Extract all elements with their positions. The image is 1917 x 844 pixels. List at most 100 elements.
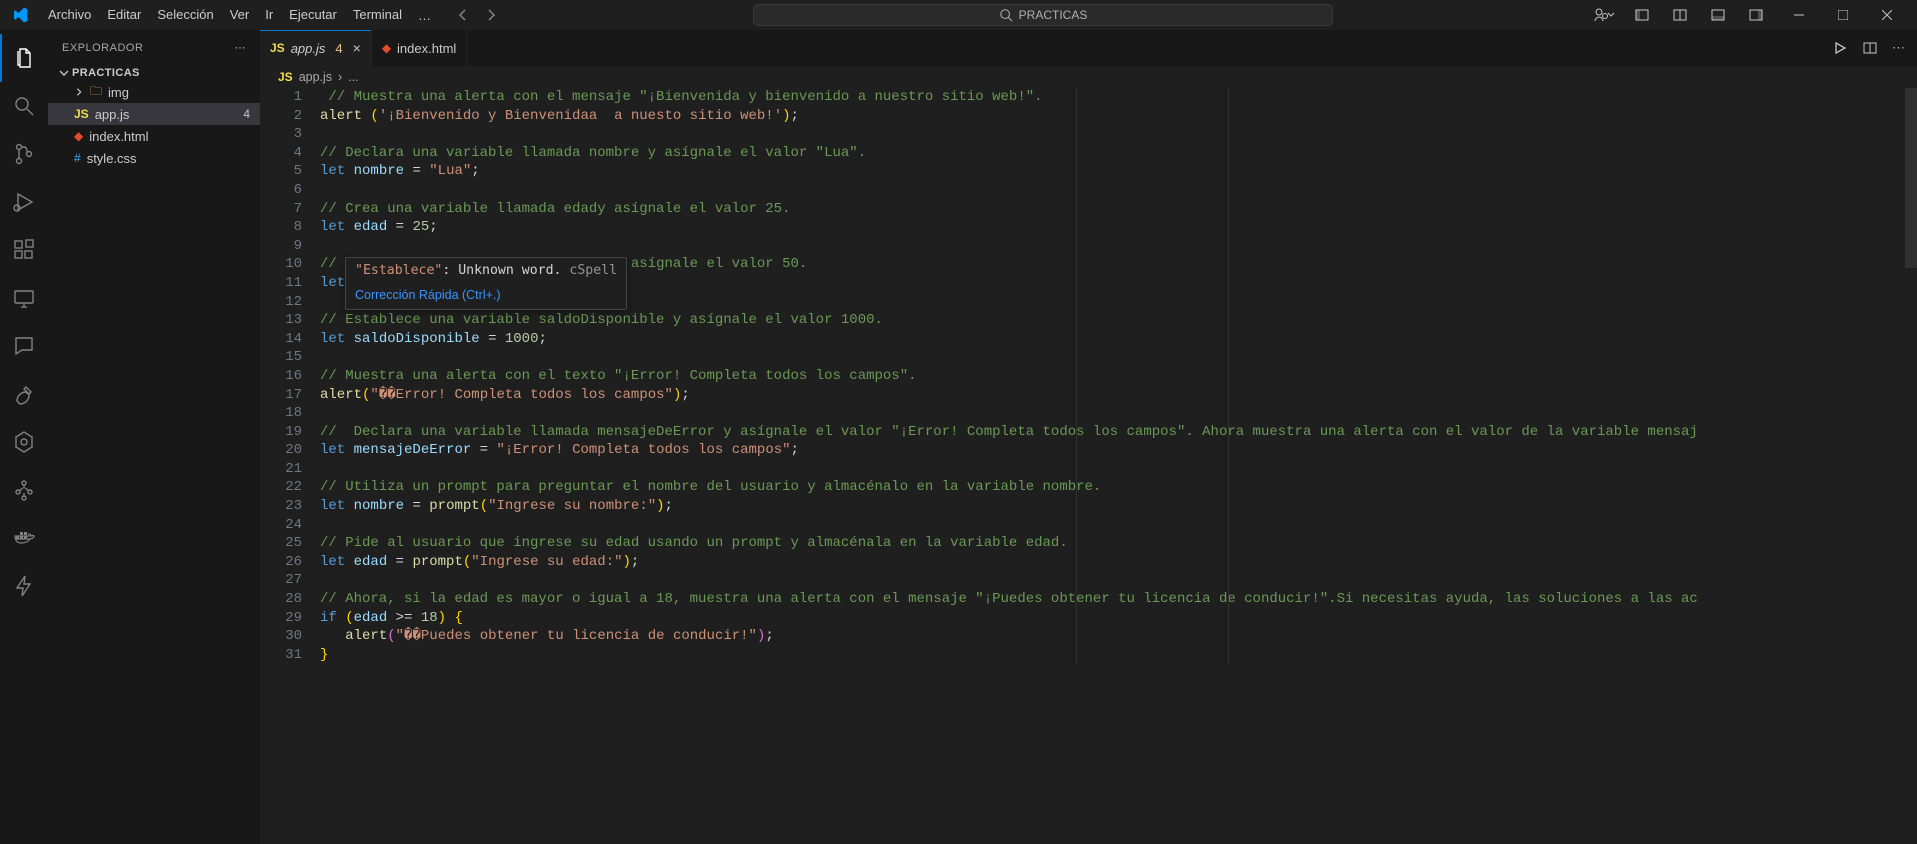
activity-docker-icon[interactable]: [0, 514, 48, 562]
editor-more-icon[interactable]: ⋯: [1892, 40, 1905, 56]
activity-source-control-icon[interactable]: [0, 130, 48, 178]
file-problem-count: 4: [243, 107, 250, 121]
nav-back-icon[interactable]: [455, 7, 471, 23]
activity-bolt-icon[interactable]: [0, 562, 48, 610]
layout-bottom-icon[interactable]: [1701, 0, 1735, 30]
code-line[interactable]: if (edad >= 18) {: [320, 609, 1917, 628]
editor-area: JS app.js 4 × ◆ index.html ⋯ JS app.js ›…: [260, 30, 1917, 844]
window-close-icon[interactable]: [1865, 0, 1909, 30]
hover-tooltip[interactable]: "Establece": Unknown word. cSpell Correc…: [345, 257, 627, 310]
code-editor[interactable]: 1234567891011121314151617181920212223242…: [260, 88, 1917, 664]
code-line[interactable]: let saldoDisponible = 1000;: [320, 330, 1917, 349]
title-bar: Archivo Editar Selección Ver Ir Ejecutar…: [0, 0, 1917, 30]
code-line[interactable]: alert("��Puedes obtener tu licencia de c…: [320, 627, 1917, 646]
ruler: [1076, 88, 1077, 664]
code-line[interactable]: [320, 348, 1917, 367]
split-editor-icon[interactable]: [1862, 40, 1878, 56]
code-line[interactable]: let edad = 25;: [320, 218, 1917, 237]
menu-ver[interactable]: Ver: [222, 0, 258, 30]
code-line[interactable]: // Utiliza un prompt para preguntar el n…: [320, 478, 1917, 497]
code-line[interactable]: // Pide al usuario que ingrese su edad u…: [320, 534, 1917, 553]
code-line[interactable]: alert("��Error! Completa todos los campo…: [320, 386, 1917, 405]
code-line[interactable]: // Declara una variable llamada nombre y…: [320, 144, 1917, 163]
menu-seleccion[interactable]: Selección: [149, 0, 221, 30]
code-line[interactable]: [320, 181, 1917, 200]
code-line[interactable]: // Declara una variable llamada mensajeD…: [320, 423, 1917, 442]
activity-extensions-icon[interactable]: [0, 226, 48, 274]
code-line[interactable]: [320, 516, 1917, 535]
gutter: 1234567891011121314151617181920212223242…: [260, 88, 320, 664]
sidebar-title: EXPLORADOR: [62, 42, 143, 54]
activity-bar: [0, 30, 48, 844]
activity-explorer-icon[interactable]: [0, 34, 48, 82]
tab-problem-count: 4: [335, 41, 342, 56]
search-icon: [999, 8, 1013, 22]
code-line[interactable]: let mensajeDeError = "¡Error! Completa t…: [320, 441, 1917, 460]
command-center-search[interactable]: PRACTICAS: [753, 4, 1333, 26]
html-file-icon: ◆: [382, 41, 391, 55]
run-icon[interactable]: [1832, 40, 1848, 56]
code-line[interactable]: [320, 571, 1917, 590]
explorer-folder-root[interactable]: PRACTICAS: [48, 65, 260, 81]
layout-left-icon[interactable]: [1625, 0, 1659, 30]
menu-more-icon[interactable]: …: [410, 8, 439, 23]
code-line[interactable]: let nombre = prompt("Ingrese su nombre:"…: [320, 497, 1917, 516]
tab-bar: JS app.js 4 × ◆ index.html ⋯: [260, 30, 1917, 66]
explorer-file-indexhtml[interactable]: ◆ index.html: [48, 125, 260, 147]
tab-indexhtml[interactable]: ◆ index.html: [372, 30, 467, 66]
nav-forward-icon[interactable]: [483, 7, 499, 23]
code-line[interactable]: [320, 404, 1917, 423]
window-minimize-icon[interactable]: [1777, 0, 1821, 30]
folder-icon: 🗀: [90, 82, 102, 103]
menu-ejecutar[interactable]: Ejecutar: [281, 0, 345, 30]
code-line[interactable]: let edad = prompt("Ingrese su edad:");: [320, 553, 1917, 572]
js-file-icon: JS: [270, 41, 285, 55]
explorer-sidebar: EXPLORADOR ⋯ PRACTICAS 🗀 img JS app.js 4…: [48, 30, 260, 844]
code-line[interactable]: // Ahora, si la edad es mayor o igual a …: [320, 590, 1917, 609]
code-line[interactable]: let nombre = "Lua";: [320, 162, 1917, 181]
activity-share-icon[interactable]: [0, 370, 48, 418]
activity-run-debug-icon[interactable]: [0, 178, 48, 226]
code-line[interactable]: // Muestra una alerta con el texto "¡Err…: [320, 367, 1917, 386]
activity-tree-icon[interactable]: [0, 466, 48, 514]
layout-right-icon[interactable]: [1739, 0, 1773, 30]
activity-search-icon[interactable]: [0, 82, 48, 130]
css-file-icon: #: [74, 151, 81, 165]
breadcrumb[interactable]: JS app.js › ...: [260, 66, 1917, 88]
code-line[interactable]: alert ('¡Bienvenido y Bienvenidaa a nues…: [320, 107, 1917, 126]
js-file-icon: JS: [74, 107, 89, 121]
code-line[interactable]: [320, 237, 1917, 256]
ruler: [1228, 88, 1229, 664]
vertical-scrollbar[interactable]: [1905, 88, 1917, 268]
accounts-icon[interactable]: [1587, 0, 1621, 30]
quick-fix-link[interactable]: Corrección Rápida (Ctrl+.): [355, 286, 617, 305]
chevron-right-icon: [74, 87, 84, 97]
activity-hexagon-icon[interactable]: [0, 418, 48, 466]
chevron-down-icon: [58, 67, 70, 79]
code-line[interactable]: [320, 125, 1917, 144]
menu-bar: Archivo Editar Selección Ver Ir Ejecutar…: [36, 0, 439, 30]
js-file-icon: JS: [278, 70, 293, 84]
sidebar-more-icon[interactable]: ⋯: [235, 41, 247, 54]
activity-remote-icon[interactable]: [0, 274, 48, 322]
html-file-icon: ◆: [74, 129, 83, 143]
code-line[interactable]: }: [320, 646, 1917, 665]
layout-editor-icon[interactable]: [1663, 0, 1697, 30]
window-maximize-icon[interactable]: [1821, 0, 1865, 30]
menu-editar[interactable]: Editar: [99, 0, 149, 30]
activity-chat-icon[interactable]: [0, 322, 48, 370]
code-line[interactable]: // Crea una variable llamada edady asígn…: [320, 200, 1917, 219]
explorer-folder-img[interactable]: 🗀 img: [48, 81, 260, 103]
menu-archivo[interactable]: Archivo: [40, 0, 99, 30]
tab-appjs[interactable]: JS app.js 4 ×: [260, 30, 372, 66]
code-line[interactable]: // Establece una variable saldoDisponibl…: [320, 311, 1917, 330]
explorer-file-appjs[interactable]: JS app.js 4: [48, 103, 260, 125]
code-line[interactable]: [320, 460, 1917, 479]
explorer-file-stylecss[interactable]: # style.css: [48, 147, 260, 169]
menu-ir[interactable]: Ir: [257, 0, 281, 30]
command-center-label: PRACTICAS: [1019, 8, 1088, 22]
code-line[interactable]: // Muestra una alerta con el mensaje "¡B…: [320, 88, 1917, 107]
vscode-logo-icon: [4, 0, 36, 30]
menu-terminal[interactable]: Terminal: [345, 0, 410, 30]
tab-close-icon[interactable]: ×: [353, 40, 361, 56]
